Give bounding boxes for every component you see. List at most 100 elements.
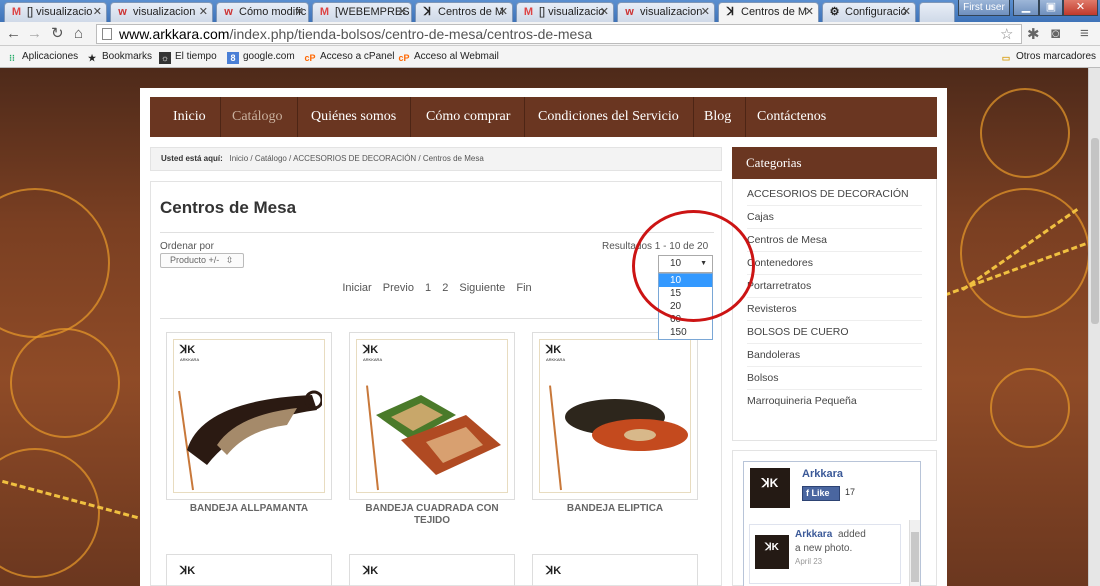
pager-page-2[interactable]: 2 xyxy=(442,282,448,294)
scrollbar-thumb[interactable] xyxy=(911,532,919,582)
minimize-icon[interactable]: ▁ xyxy=(1013,0,1039,16)
order-label: Ordenar por xyxy=(160,241,214,252)
nav-inicio[interactable]: Inicio xyxy=(159,97,221,137)
tray-image xyxy=(376,395,501,475)
product-name[interactable]: BANDEJA CUADRADA CON TEJIDO xyxy=(349,503,515,527)
category-item[interactable]: Bolsos xyxy=(747,367,922,390)
page-scrollbar[interactable] xyxy=(1088,68,1100,586)
bookmark-other[interactable]: ▭ Otros marcadores xyxy=(1000,50,1096,64)
browser-tab[interactable]: w Cómo modific ✕ xyxy=(216,2,309,22)
arkkara-logo[interactable]: ꓘK xyxy=(750,468,790,508)
product-image[interactable]: ꓘK ARKKARA xyxy=(539,339,691,493)
decoration-swirl xyxy=(0,188,110,338)
arkkara-logo[interactable]: ꓘK xyxy=(755,535,789,569)
facebook-scrollbar[interactable] xyxy=(909,520,920,586)
browser-tab-active[interactable]: ꓘ Centros de M ✕ xyxy=(718,2,819,22)
bookmark-apps[interactable]: ⁝⁝ Aplicaciones xyxy=(6,50,78,64)
category-item[interactable]: Centros de Mesa xyxy=(747,229,922,252)
menu-icon[interactable]: ≡ xyxy=(1080,25,1089,42)
reload-icon[interactable]: ↻ xyxy=(51,25,64,43)
window-close-icon[interactable]: ✕ xyxy=(1063,0,1098,16)
product-card[interactable]: ꓘK ARKKARA xyxy=(532,332,698,500)
browser-tab[interactable]: w visualizacion ✕ xyxy=(110,2,213,22)
back-arrow-icon[interactable]: ← xyxy=(6,25,21,43)
product-image[interactable]: ꓘK ARKKARA xyxy=(356,339,508,493)
order-select[interactable]: Producto +/- ⇳ xyxy=(160,253,244,268)
pager-next[interactable]: Siguiente xyxy=(459,282,505,294)
tab-title: Configuració xyxy=(845,6,907,18)
category-item[interactable]: ACCESORIOS DE DECORACIÓN xyxy=(747,183,922,206)
pager-page-1[interactable]: 1 xyxy=(425,282,431,294)
browser-tab[interactable]: ꓘ Centros de M ✕ xyxy=(415,2,513,22)
close-icon[interactable]: ✕ xyxy=(199,3,208,21)
product-name[interactable]: BANDEJA ALLPAMANTA xyxy=(166,503,332,515)
browser-tab[interactable]: ⚙ Configuració ✕ xyxy=(822,2,916,22)
maximize-icon[interactable]: ▣ xyxy=(1039,0,1063,16)
webempresa-icon: w xyxy=(118,6,127,18)
category-item[interactable]: Marroquineria Pequeña xyxy=(747,390,922,413)
product-card[interactable]: ꓘK ARKKARA xyxy=(166,332,332,500)
product-card[interactable]: ꓘK xyxy=(166,554,332,586)
nav-condiciones[interactable]: Condiciones del Servicio xyxy=(524,97,694,137)
camera-icon[interactable]: ◙ xyxy=(1051,25,1060,42)
facebook-page-name[interactable]: Arkkara xyxy=(802,468,843,480)
nav-catalogo[interactable]: Catálogo xyxy=(218,97,298,137)
arkkara-logo: ꓘK xyxy=(363,565,379,577)
home-icon[interactable]: ⌂ xyxy=(74,25,83,43)
close-icon[interactable]: ✕ xyxy=(398,3,407,21)
bookmark-webmail[interactable]: cP Acceso al Webmail xyxy=(398,50,499,64)
bookmark-bookmarks[interactable]: ★ Bookmarks xyxy=(86,50,152,64)
category-item[interactable]: Portarretratos xyxy=(747,275,922,298)
product-card[interactable]: ꓘK xyxy=(532,554,698,586)
limit-option[interactable]: 150 xyxy=(659,326,712,339)
category-item[interactable]: Contenedores xyxy=(747,252,922,275)
browser-tab[interactable]: M [WEBEMPRES ✕ xyxy=(312,2,412,22)
star-icon[interactable]: ☆ xyxy=(1000,25,1013,43)
bookmark-weather[interactable]: ☼ El tiempo xyxy=(159,50,217,64)
nav-contactenos[interactable]: Contáctenos xyxy=(743,97,840,137)
close-icon[interactable]: ✕ xyxy=(295,3,304,21)
browser-tab[interactable]: w visualizacion ✕ xyxy=(617,2,715,22)
extension-icon[interactable]: ✱ xyxy=(1027,25,1040,43)
product-card[interactable]: ꓘK xyxy=(349,554,515,586)
forward-arrow-icon[interactable]: → xyxy=(27,25,42,43)
cpanel-icon: cP xyxy=(398,53,410,63)
bookmark-google[interactable]: 8 google.com xyxy=(227,50,295,64)
pager-start[interactable]: Iniciar xyxy=(342,282,371,294)
post-author[interactable]: Arkkara xyxy=(795,529,832,540)
breadcrumb-path[interactable]: Inicio / Catálogo / ACCESORIOS DE DECORA… xyxy=(229,154,483,163)
close-icon[interactable]: ✕ xyxy=(93,3,102,21)
product-card[interactable]: ꓘK ARKKARA xyxy=(349,332,515,500)
gmail-icon: M xyxy=(523,6,534,18)
bookmark-cpanel[interactable]: cP Acceso a cPanel xyxy=(304,50,394,64)
close-icon[interactable]: ✕ xyxy=(805,3,814,21)
category-item[interactable]: Cajas xyxy=(747,206,922,229)
nav-blog[interactable]: Blog xyxy=(690,97,747,137)
category-item[interactable]: Bandoleras xyxy=(747,344,922,367)
bookmark-label: El tiempo xyxy=(175,51,217,62)
divider xyxy=(160,232,714,233)
product-image[interactable]: ꓘK ARKKARA xyxy=(173,339,325,493)
nav-como-comprar[interactable]: Cómo comprar xyxy=(412,97,526,137)
close-icon[interactable]: ✕ xyxy=(600,3,609,21)
nav-quienes-somos[interactable]: Quiénes somos xyxy=(297,97,412,137)
new-tab-button[interactable] xyxy=(919,2,955,22)
facebook-like-button[interactable]: f Like xyxy=(802,486,840,501)
browser-tab[interactable]: M [] visualizacio ✕ xyxy=(516,2,614,22)
bookmark-label: Acceso al Webmail xyxy=(414,51,499,62)
decoration-swirl xyxy=(0,448,100,578)
profile-button[interactable]: First user xyxy=(958,0,1010,16)
pager-prev[interactable]: Previo xyxy=(383,282,414,294)
browser-tab[interactable]: M [] visualizacio ✕ xyxy=(4,2,107,22)
url-input[interactable]: www.arkkara.com/index.php/tienda-bolsos/… xyxy=(96,24,1022,44)
pager-end[interactable]: Fin xyxy=(516,282,531,294)
close-icon[interactable]: ✕ xyxy=(902,3,911,21)
facebook-widget: ꓘK Arkkara f Like 17 ꓘK Arkkara added a … xyxy=(732,450,937,586)
product-name[interactable]: BANDEJA ELIPTICA xyxy=(532,503,698,515)
category-item[interactable]: Revisteros xyxy=(747,298,922,321)
category-item[interactable]: BOLSOS DE CUERO xyxy=(747,321,922,344)
close-icon[interactable]: ✕ xyxy=(701,3,710,21)
scrollbar-thumb[interactable] xyxy=(1091,138,1099,324)
folder-icon: ▭ xyxy=(1001,53,1011,63)
close-icon[interactable]: ✕ xyxy=(499,3,508,21)
